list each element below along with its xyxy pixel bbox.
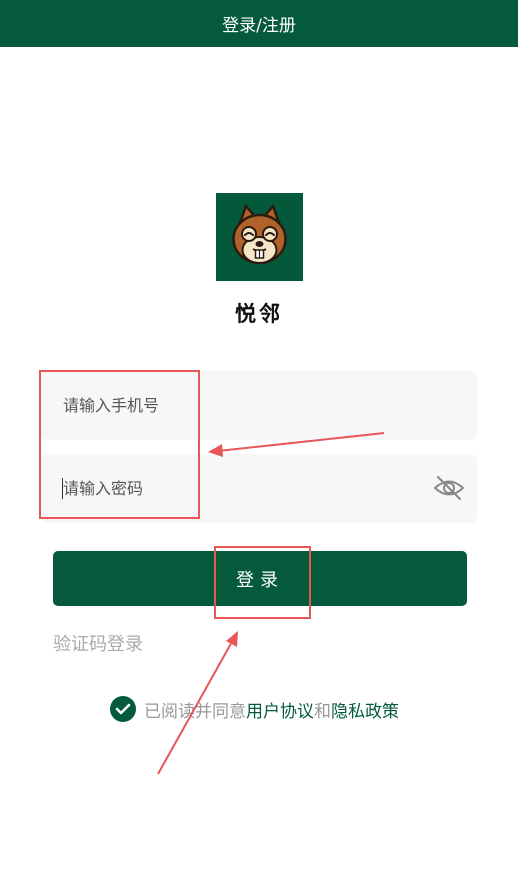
app-name: 悦邻 (235, 302, 283, 326)
top-bar: 登录/注册 (0, 0, 518, 47)
agreement-checkbox[interactable] (110, 696, 136, 722)
agreement-row: 已阅读并同意 用户协议 和 隐私政策 (110, 696, 399, 722)
checkmark-icon (115, 703, 131, 715)
agreement-prefix: 已阅读并同意 (144, 701, 246, 722)
user-agreement-link[interactable]: 用户协议 (246, 697, 314, 722)
annotation-box-inputs (39, 370, 200, 519)
annotation-box-login (214, 546, 311, 619)
sms-login-link[interactable]: 验证码登录 (53, 630, 143, 656)
squirrel-logo-icon (216, 193, 303, 281)
page-title: 登录/注册 (222, 16, 296, 36)
agreement-conjunction: 和 (314, 701, 331, 722)
eye-off-icon[interactable] (432, 473, 466, 503)
privacy-policy-link[interactable]: 隐私政策 (331, 697, 399, 722)
login-page: 登录/注册 悦邻 请输入手机号 登录 验证码登录 已阅读并同意 用户协议 和 隐… (0, 0, 518, 895)
